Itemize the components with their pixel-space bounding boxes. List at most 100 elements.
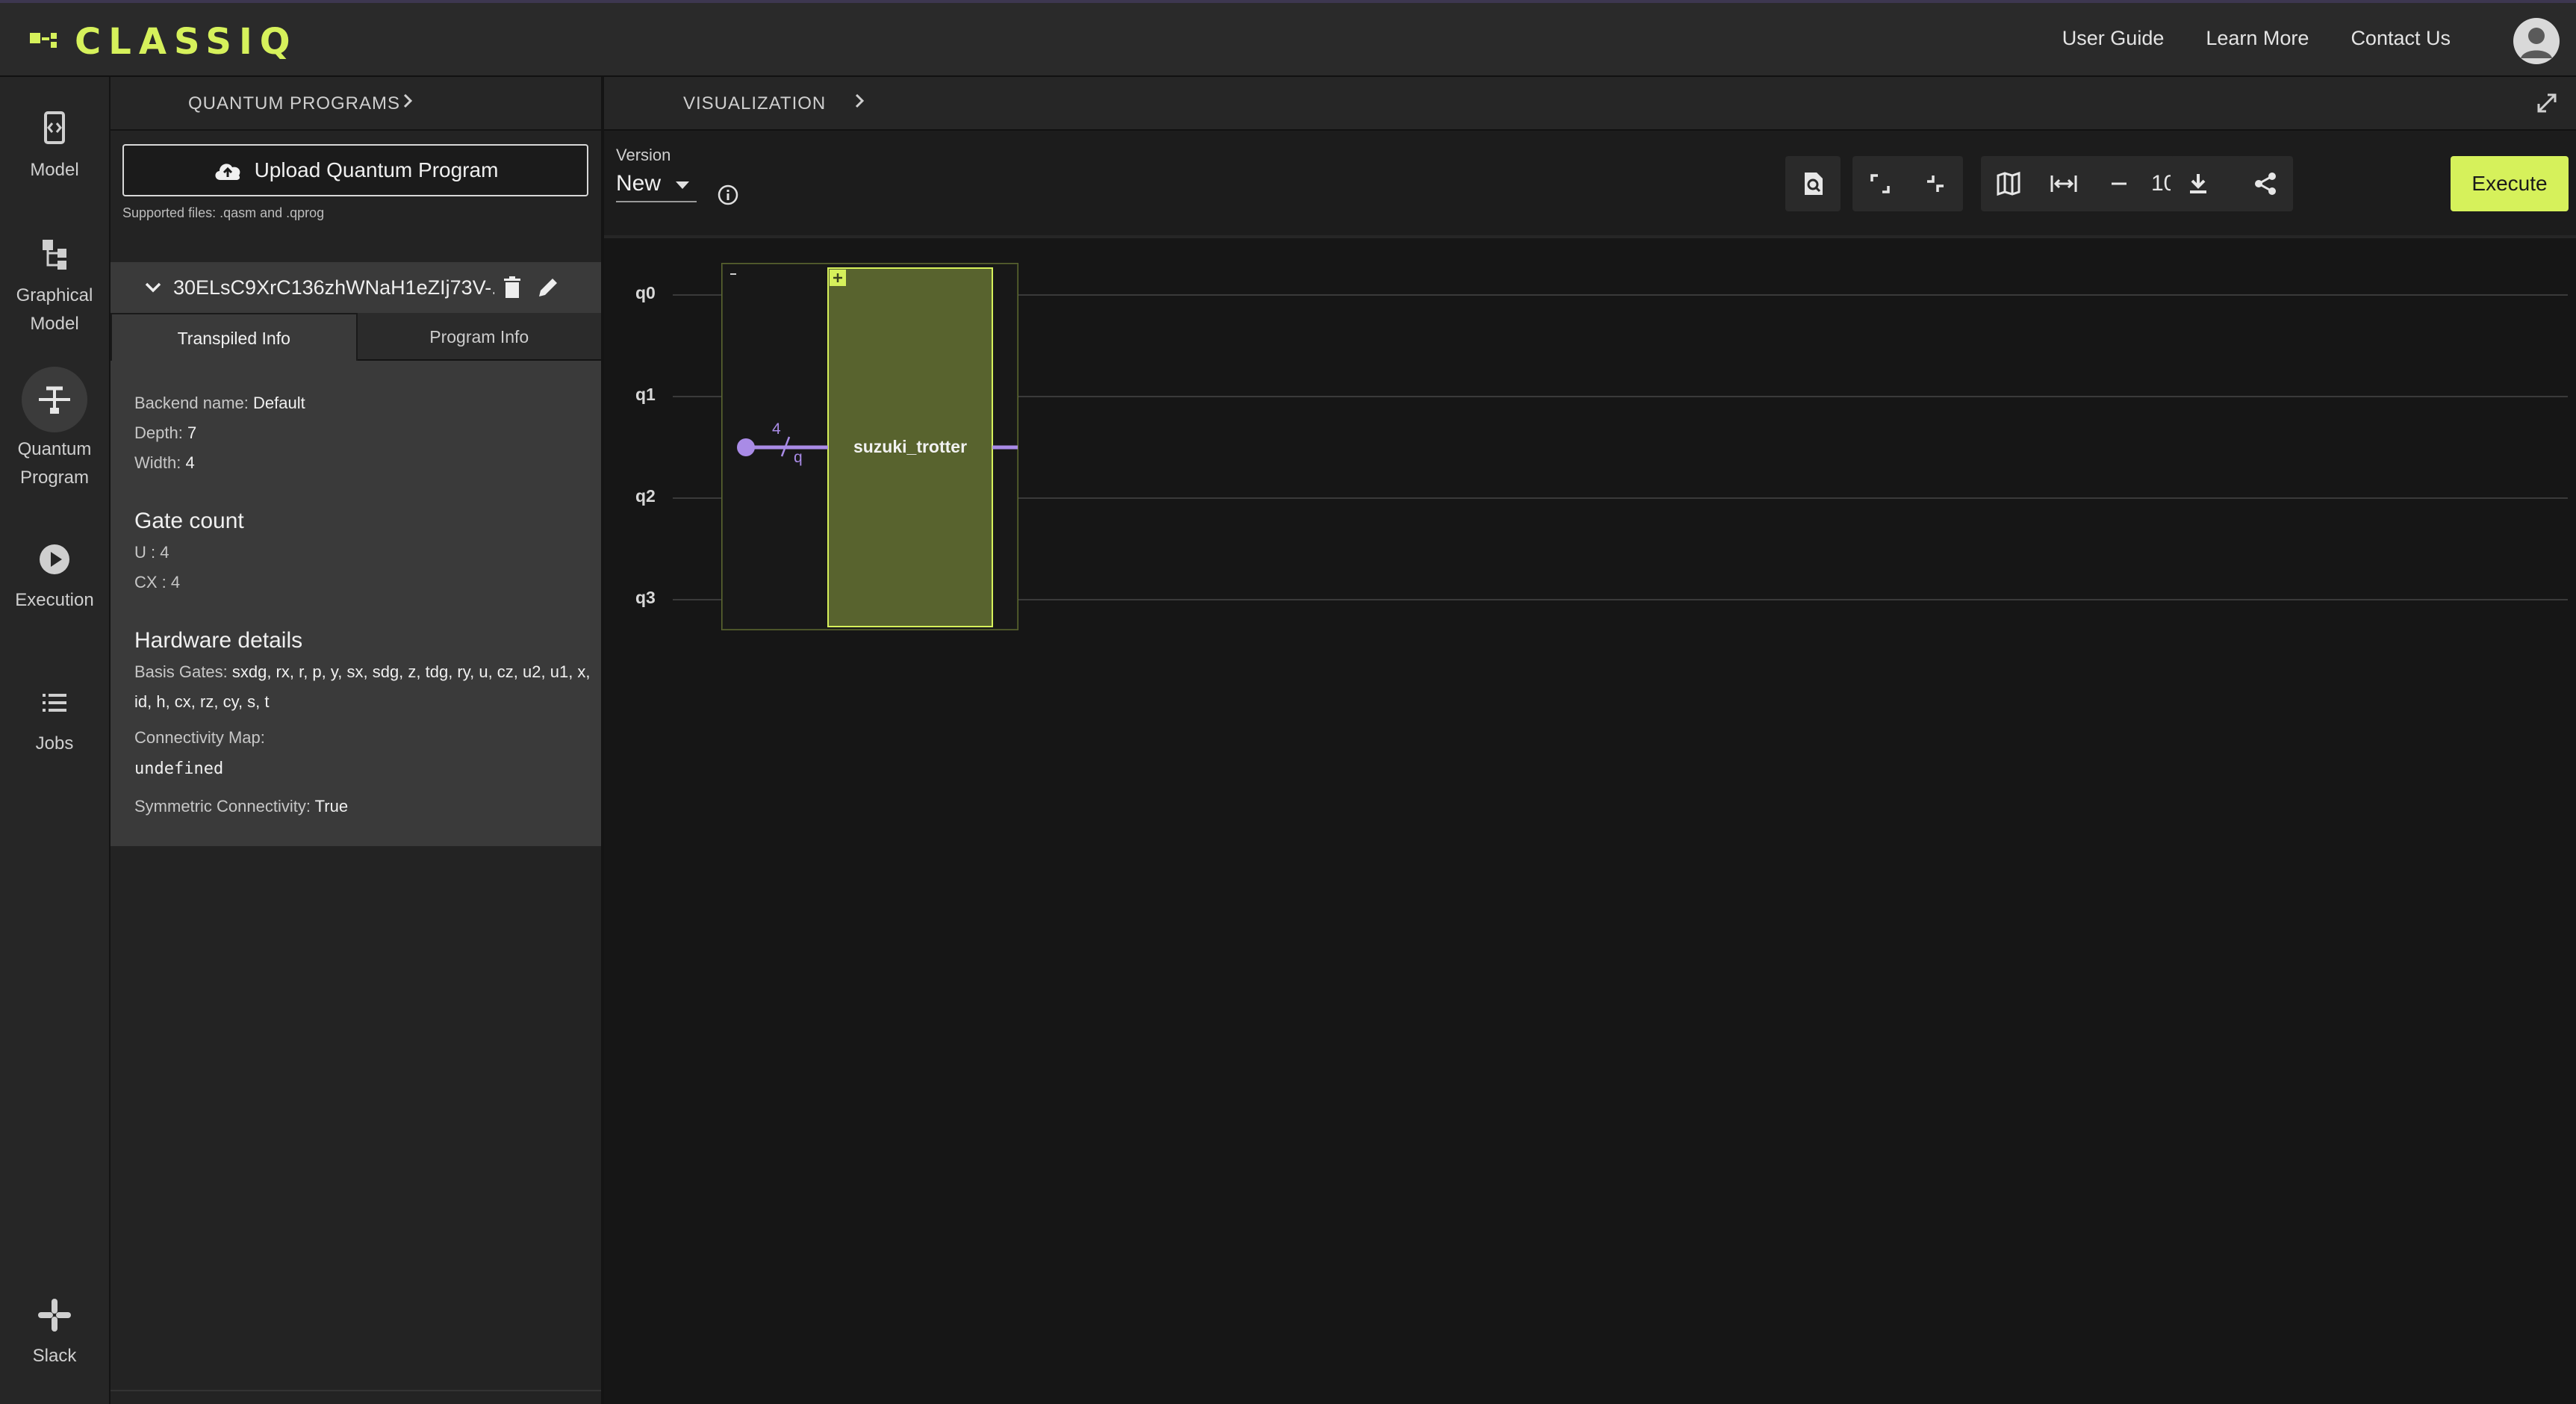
minimap-button[interactable] bbox=[1981, 156, 2036, 211]
zoom-group: 100 % bbox=[1981, 156, 2277, 211]
symmetric-connectivity-row: Symmetric Connectivity: True bbox=[134, 797, 348, 816]
download-icon bbox=[2190, 174, 2206, 193]
backend-name-value: Default bbox=[253, 394, 305, 412]
nav-model[interactable]: Model bbox=[0, 107, 109, 184]
nav-graphical-model[interactable]: Graphical Model bbox=[0, 232, 109, 338]
panel-bottom-divider bbox=[111, 1390, 601, 1391]
zoom-out-button[interactable] bbox=[2091, 156, 2147, 211]
program-name: 30ELsC9XrC136zhWNaH1eZIj73V-... bbox=[173, 276, 494, 299]
user-avatar[interactable] bbox=[2513, 18, 2560, 64]
width-value: 4 bbox=[185, 453, 195, 472]
download-button[interactable] bbox=[2171, 156, 2226, 211]
collapse-all-button[interactable] bbox=[1908, 156, 1963, 211]
depth-value: 7 bbox=[187, 423, 197, 442]
tab-transpiled-info[interactable]: Transpiled Info bbox=[111, 313, 358, 361]
nav-quantum-program-label-1: Quantum bbox=[17, 439, 92, 459]
logo-text: CLASSIQ bbox=[75, 21, 298, 63]
share-group bbox=[2238, 156, 2293, 211]
circuit-canvas[interactable]: q0 q1 q2 q3 4 q suzuki_trotter bbox=[604, 238, 2576, 1404]
version-select[interactable]: New bbox=[616, 171, 697, 202]
list-icon bbox=[43, 694, 66, 712]
user-icon bbox=[2521, 28, 2552, 58]
quantum-program-icon bbox=[39, 386, 70, 414]
symmetric-connectivity-label: Symmetric Connectivity: bbox=[134, 797, 311, 816]
user-guide-link[interactable]: User Guide bbox=[2062, 27, 2165, 50]
depth-row: Depth: 7 bbox=[134, 423, 196, 443]
fit-width-button[interactable] bbox=[2036, 156, 2091, 211]
left-nav-rail: Model Graphical Model Quantum Program Ex bbox=[0, 77, 111, 1404]
upload-quantum-program-button[interactable]: Upload Quantum Program bbox=[122, 144, 588, 196]
qubit-label-q1: q1 bbox=[635, 385, 656, 404]
model-code-icon bbox=[44, 111, 65, 144]
block-label: suzuki_trotter bbox=[853, 437, 968, 456]
expand-corners-icon bbox=[1870, 174, 1890, 193]
logo-mark-icon bbox=[30, 33, 57, 48]
nav-jobs[interactable]: Jobs bbox=[0, 680, 109, 758]
contact-us-link[interactable]: Contact Us bbox=[2351, 27, 2451, 50]
qubit-label-q0: q0 bbox=[635, 283, 656, 302]
edit-pencil-icon[interactable] bbox=[536, 276, 561, 299]
top-bar: CLASSIQ User Guide Learn More Contact Us bbox=[0, 0, 2576, 77]
hardware-details-title: Hardware details bbox=[134, 628, 303, 653]
download-group bbox=[2171, 156, 2226, 211]
search-group bbox=[1785, 156, 1841, 211]
backend-name-label: Backend name: bbox=[134, 394, 249, 412]
nav-slack[interactable]: Slack bbox=[0, 1293, 109, 1370]
share-button[interactable] bbox=[2238, 156, 2293, 211]
minus-icon bbox=[2112, 182, 2127, 185]
version-selected-value: New bbox=[616, 171, 662, 196]
dropdown-arrow-icon bbox=[676, 181, 689, 189]
execute-button[interactable]: Execute bbox=[2451, 156, 2569, 211]
supported-files-hint: Supported files: .qasm and .qprog bbox=[122, 205, 325, 220]
nav-model-label: Model bbox=[30, 160, 79, 180]
collapse-programs-chevron-icon[interactable] bbox=[399, 90, 417, 117]
nav-graphical-model-label-2: Model bbox=[30, 314, 79, 334]
tab-program-info[interactable]: Program Info bbox=[357, 313, 601, 361]
quantum-programs-title: QUANTUM PROGRAMS bbox=[188, 93, 401, 114]
fullscreen-expand-icon[interactable] bbox=[2534, 90, 2560, 116]
chevron-down-icon[interactable] bbox=[140, 277, 166, 298]
nav-active-indicator bbox=[22, 367, 87, 432]
register-name-label: q bbox=[794, 449, 803, 466]
circuit-drawing bbox=[673, 263, 2568, 630]
register-size-label: 4 bbox=[772, 420, 781, 438]
nav-execution[interactable]: Execution bbox=[0, 537, 109, 615]
collapse-visualization-chevron-icon[interactable] bbox=[850, 90, 868, 117]
gate-count-title: Gate count bbox=[134, 509, 244, 533]
program-info-tabs: Transpiled Info Program Info bbox=[111, 313, 601, 361]
top-links: User Guide Learn More Contact Us bbox=[2020, 27, 2451, 50]
expand-all-button[interactable] bbox=[1852, 156, 1908, 211]
visualization-toolbar: Version New Execute bbox=[604, 131, 2576, 238]
info-icon[interactable] bbox=[716, 183, 740, 207]
depth-label: Depth: bbox=[134, 423, 183, 442]
search-button[interactable] bbox=[1785, 156, 1841, 211]
register-input-node[interactable] bbox=[737, 438, 755, 456]
fit-width-icon bbox=[2050, 176, 2077, 192]
width-label: Width: bbox=[134, 453, 181, 472]
classiq-logo[interactable]: CLASSIQ bbox=[28, 19, 298, 64]
visualization-title: VISUALIZATION bbox=[683, 93, 827, 114]
nav-jobs-label: Jobs bbox=[35, 733, 74, 754]
qubit-label-q2: q2 bbox=[635, 486, 656, 506]
qubit-label-q3: q3 bbox=[635, 588, 656, 607]
nav-execution-label: Execution bbox=[15, 590, 94, 610]
symmetric-connectivity-value: True bbox=[314, 797, 349, 816]
delete-icon[interactable] bbox=[502, 276, 523, 299]
learn-more-link[interactable]: Learn More bbox=[2206, 27, 2309, 50]
basis-gates-value-1: sxdg, rx, r, p, y, sx, sdg, z, tdg, ry, … bbox=[231, 662, 591, 681]
transpiled-info-content: Backend name: Default Depth: 7 Width: 4 … bbox=[111, 361, 601, 846]
play-circle-icon bbox=[40, 544, 69, 574]
expand-collapse-group bbox=[1852, 156, 1963, 211]
collapse-corners-icon bbox=[1927, 176, 1944, 192]
program-list-item[interactable]: 30ELsC9XrC136zhWNaH1eZIj73V-... bbox=[111, 262, 601, 313]
basis-gates-row-2: id, h, cx, rz, cy, s, t bbox=[134, 692, 270, 712]
visualization-header: VISUALIZATION bbox=[604, 77, 2576, 131]
map-icon bbox=[1997, 171, 2020, 196]
backend-name-row: Backend name: Default bbox=[134, 394, 305, 413]
search-document-icon bbox=[1805, 173, 1823, 195]
visualization-panel: VISUALIZATION Version New Execute q0 q1 … bbox=[604, 77, 2576, 1404]
nav-quantum-program[interactable]: Quantum Program bbox=[0, 367, 109, 492]
width-row: Width: 4 bbox=[134, 453, 195, 473]
nav-slack-label: Slack bbox=[32, 1346, 77, 1366]
connectivity-map-value: undefined bbox=[134, 760, 224, 778]
